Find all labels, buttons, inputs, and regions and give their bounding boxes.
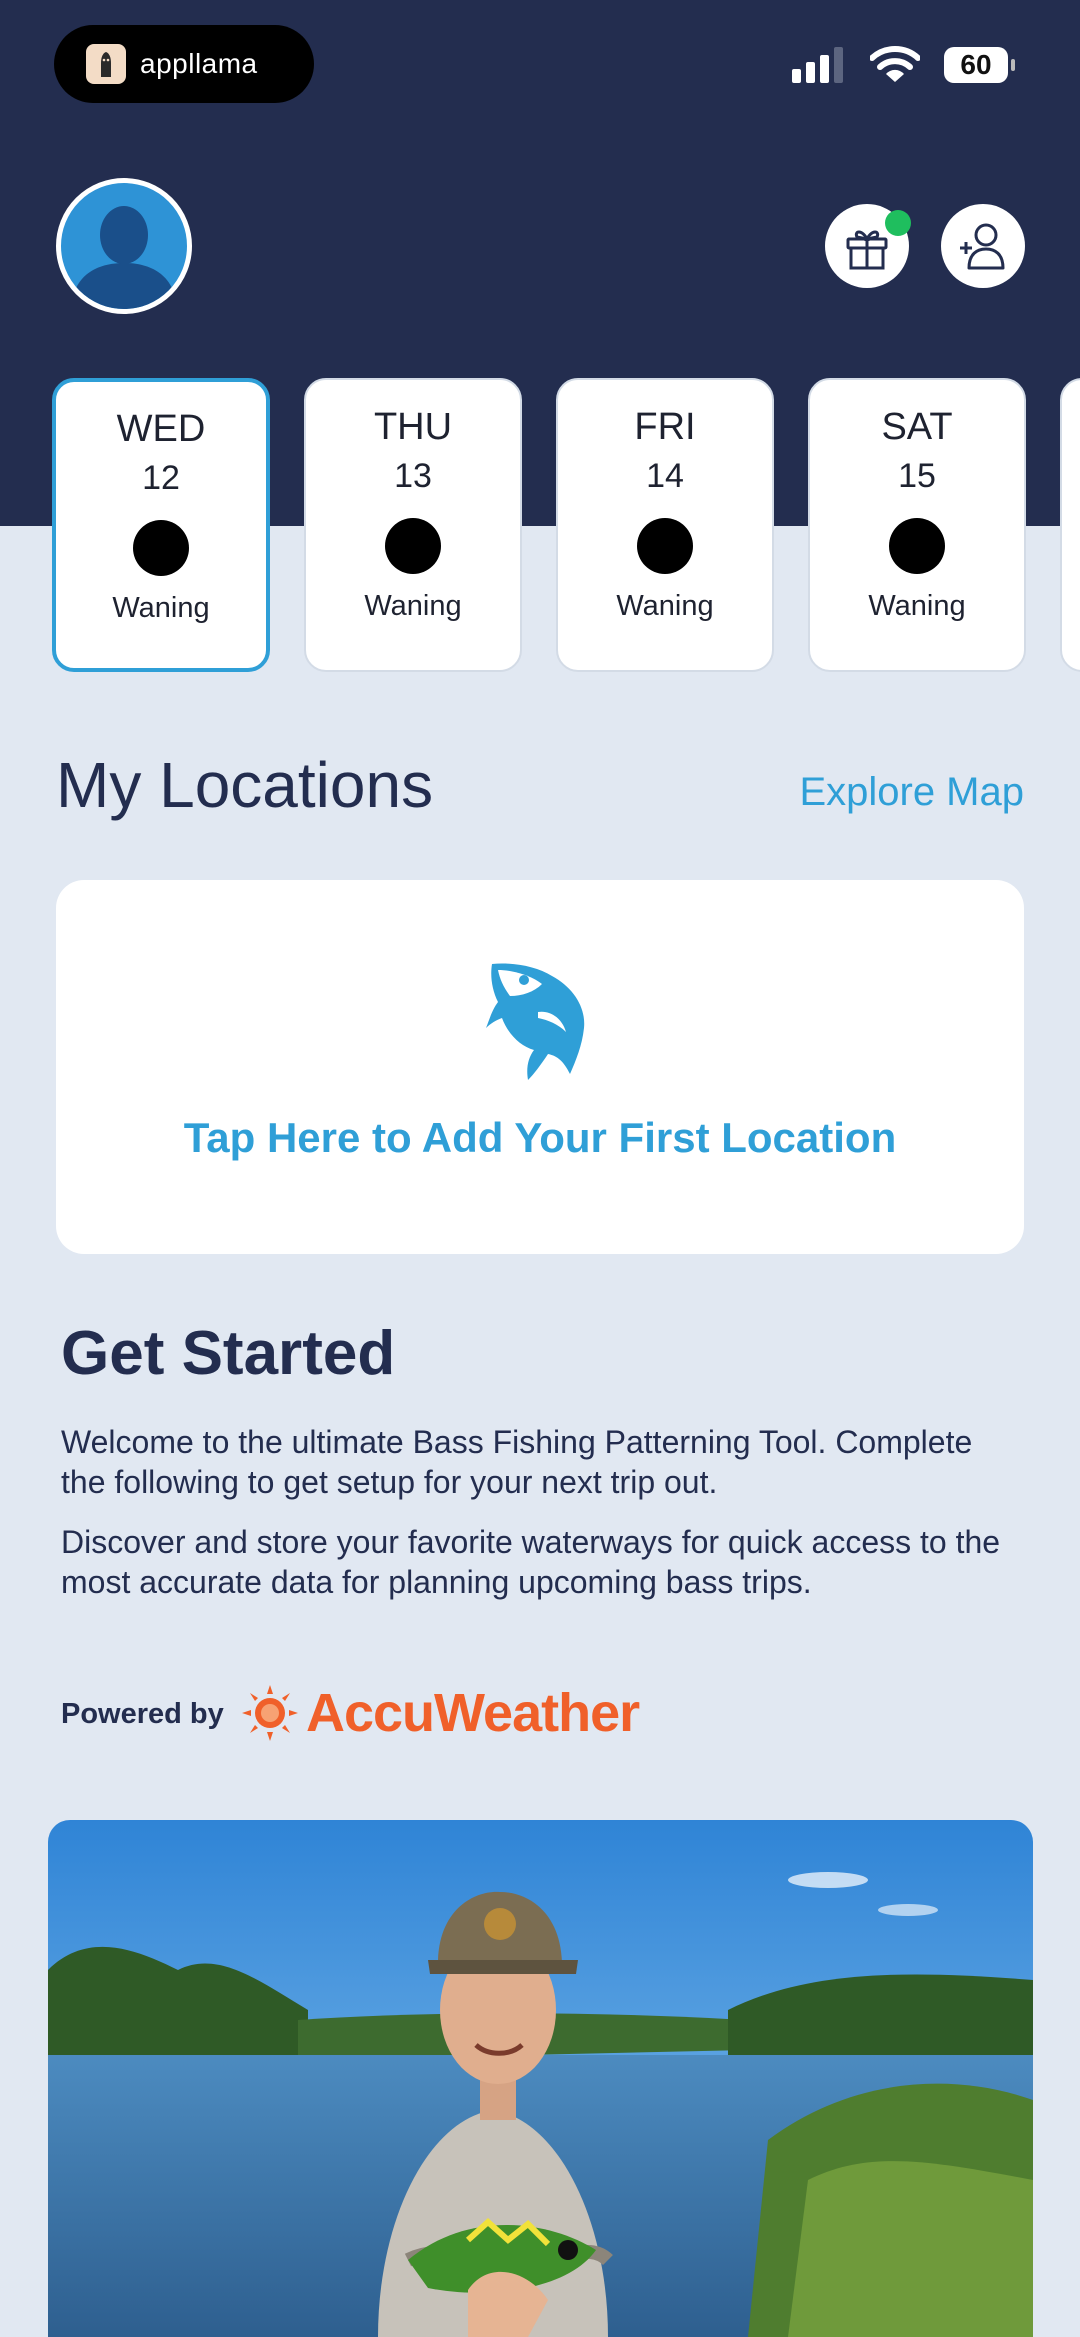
get-started-intro: Welcome to the ultimate Bass Fishing Pat… bbox=[61, 1424, 973, 1500]
day-name: SAT bbox=[881, 406, 953, 448]
sun-icon bbox=[242, 1685, 298, 1741]
my-locations-title: My Locations bbox=[56, 749, 434, 821]
moon-phase-label: Waning bbox=[112, 592, 210, 624]
day-name: FRI bbox=[634, 406, 696, 448]
moon-phase-label: Waning bbox=[868, 590, 966, 622]
day-card-next[interactable] bbox=[1060, 378, 1080, 672]
day-date: 15 bbox=[898, 457, 936, 495]
moon-phase-icon bbox=[385, 518, 441, 574]
day-card-sat[interactable]: SAT 15 Waning bbox=[808, 378, 1026, 672]
status-bar: 60 bbox=[792, 46, 1015, 84]
gift-icon bbox=[846, 230, 888, 270]
day-name: THU bbox=[373, 406, 453, 448]
powered-by-label: Powered by bbox=[61, 1698, 224, 1730]
moon-phase-label: Waning bbox=[364, 590, 462, 622]
get-started-description: Discover and store your favorite waterwa… bbox=[61, 1524, 1001, 1600]
battery-indicator: 60 bbox=[944, 47, 1015, 83]
day-date: 14 bbox=[646, 457, 684, 495]
add-friend-button[interactable] bbox=[941, 204, 1025, 288]
accuweather-wordmark: AccuWeather bbox=[306, 1683, 640, 1743]
day-date: 12 bbox=[142, 459, 180, 497]
add-location-card[interactable]: Tap Here to Add Your First Location bbox=[56, 880, 1024, 1254]
signal-icon bbox=[792, 47, 843, 83]
wifi-icon bbox=[870, 46, 920, 82]
bass-fish-icon bbox=[486, 963, 585, 1080]
moon-phase-icon bbox=[889, 518, 945, 574]
add-user-icon bbox=[960, 223, 1005, 270]
day-card-fri[interactable]: FRI 14 Waning bbox=[556, 378, 774, 672]
app-pill-label: appllama bbox=[140, 48, 258, 79]
moon-phase-icon bbox=[133, 520, 189, 576]
explore-map-link[interactable]: Explore Map bbox=[799, 770, 1024, 815]
app-pill: appllama bbox=[54, 25, 314, 103]
moon-phase-icon bbox=[637, 518, 693, 574]
moon-phase-label: Waning bbox=[616, 590, 714, 622]
person-icon bbox=[71, 206, 177, 309]
notification-dot bbox=[885, 210, 911, 236]
day-selector: WED 12 Waning THU 13 Waning FRI 14 Wanin… bbox=[52, 378, 1080, 674]
get-started-title: Get Started bbox=[61, 1319, 396, 1388]
day-name: WED bbox=[116, 408, 206, 450]
llama-icon bbox=[86, 44, 126, 84]
day-card-wed[interactable]: WED 12 Waning bbox=[52, 378, 270, 672]
accuweather-logo: AccuWeather bbox=[242, 1682, 640, 1744]
day-date: 13 bbox=[394, 457, 432, 495]
add-location-label: Tap Here to Add Your First Location bbox=[183, 1114, 897, 1161]
avatar[interactable] bbox=[56, 178, 192, 314]
promo-photo[interactable] bbox=[48, 1820, 1033, 2337]
day-card-thu[interactable]: THU 13 Waning bbox=[304, 378, 522, 672]
angler-photo bbox=[48, 1820, 1033, 2337]
gift-button[interactable] bbox=[825, 204, 911, 288]
